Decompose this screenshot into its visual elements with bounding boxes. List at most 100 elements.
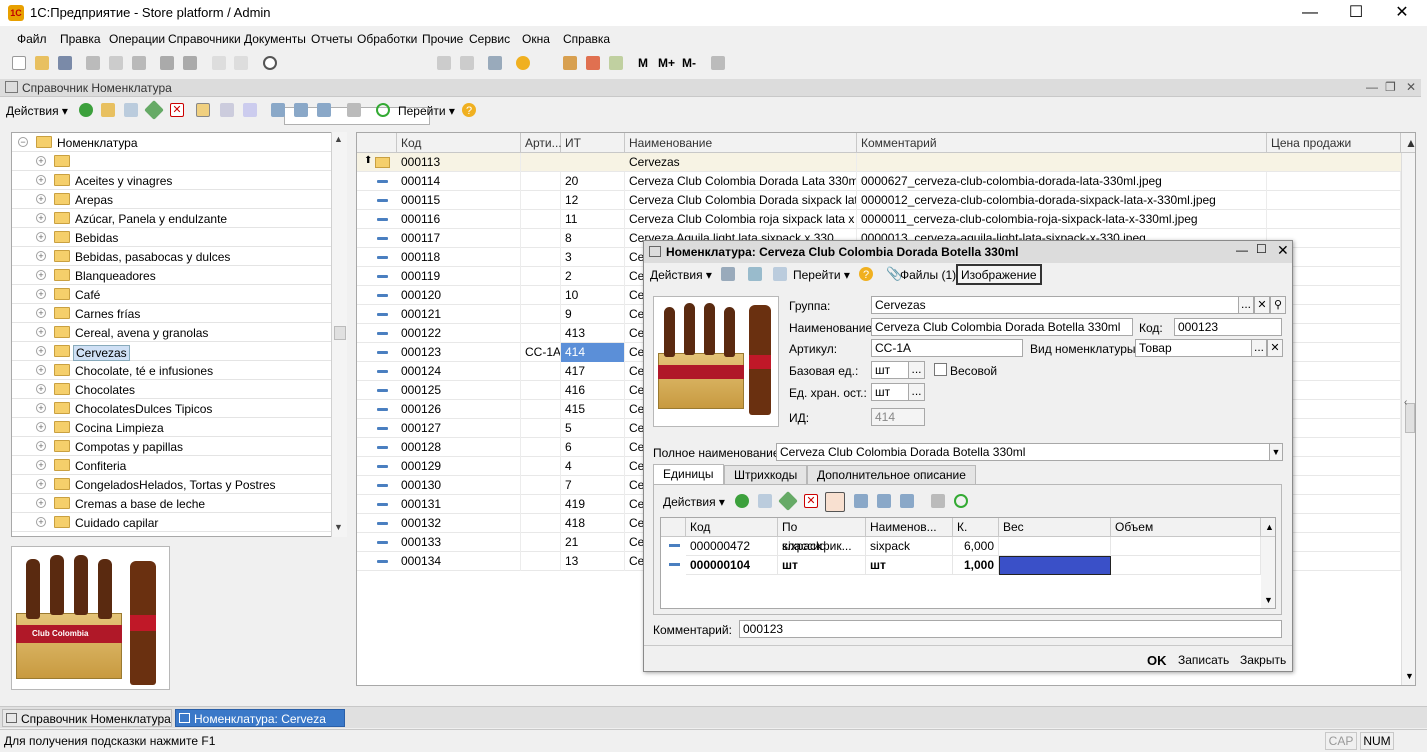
tree-item[interactable]: + Café [12, 285, 332, 304]
expand-icon[interactable]: + [36, 213, 46, 223]
group-select-button[interactable]: ... [1238, 296, 1254, 314]
save-button[interactable]: Записать [1178, 653, 1229, 667]
tree-item[interactable]: + Chocolates [12, 380, 332, 399]
expand-icon[interactable]: + [36, 270, 46, 280]
group-search-icon[interactable]: ⚲ [1270, 296, 1286, 314]
calendar-icon[interactable] [586, 56, 600, 70]
unit-cell-volume[interactable] [1111, 556, 1261, 575]
menu-help[interactable]: Справка [563, 32, 610, 46]
memory-plus-button[interactable]: M+ [658, 56, 675, 70]
tree-item[interactable]: + Cereal, avena y granolas [12, 323, 332, 342]
expand-icon[interactable]: + [36, 460, 46, 470]
maximize-button[interactable]: ☐ [1333, 0, 1379, 26]
menu-documents[interactable]: Документы [244, 32, 306, 46]
menu-operations[interactable]: Операции [109, 32, 165, 46]
menu-edit[interactable]: Правка [60, 32, 101, 46]
filter-value-icon[interactable] [294, 103, 308, 117]
units-refresh-icon[interactable] [954, 494, 968, 508]
copy-icon[interactable] [109, 56, 123, 70]
group-clear-icon[interactable]: ✕ [1254, 296, 1270, 314]
help-icon[interactable]: ? [462, 103, 476, 117]
units-add-icon[interactable] [735, 494, 749, 508]
units-scroll-up[interactable]: ▲ [1261, 518, 1275, 537]
base-unit-select-button[interactable]: ... [908, 361, 925, 379]
kind-clear-icon[interactable]: ✕ [1267, 339, 1283, 357]
paste-icon[interactable] [132, 56, 146, 70]
expand-icon[interactable]: + [36, 327, 46, 337]
scroll-thumb[interactable] [334, 326, 346, 340]
tab-additional[interactable]: Дополнительное описание [807, 465, 976, 484]
dialog-maximize-button[interactable]: ☐ [1256, 242, 1267, 256]
print-preview-icon[interactable] [183, 56, 197, 70]
close-button[interactable]: ✕ [1379, 0, 1425, 26]
tree-item[interactable]: + Cervezas [12, 342, 332, 361]
expand-icon[interactable]: + [36, 156, 46, 166]
menu-service[interactable]: Сервис [469, 32, 510, 46]
expand-icon[interactable]: + [36, 479, 46, 489]
dialog-help-icon[interactable]: ? [859, 267, 873, 281]
kind-field[interactable]: Товар [1135, 339, 1252, 357]
unit-cell-code[interactable]: 000000104 [686, 556, 778, 575]
tree-item[interactable]: + [12, 152, 332, 171]
unit-cell-weight[interactable] [999, 537, 1111, 556]
dialog-close-button[interactable]: ✕ [1277, 242, 1289, 259]
redo-icon[interactable] [234, 56, 248, 70]
unit-cell-classifier[interactable]: sixpack [778, 537, 866, 556]
tree-item[interactable]: + Bebidas [12, 228, 332, 247]
copy-item-icon[interactable] [124, 103, 138, 117]
cut-icon[interactable] [86, 56, 100, 70]
expand-icon[interactable]: + [36, 175, 46, 185]
tree-scrollbar[interactable]: ▲ ▼ [331, 132, 347, 537]
dialog-actions-button[interactable]: Действия ▾ [650, 268, 712, 282]
memory-m-button[interactable]: M [638, 56, 648, 70]
expand-icon[interactable]: + [36, 384, 46, 394]
scroll-up-icon[interactable]: ▲ [334, 134, 343, 144]
full-name-field[interactable]: Cerveza Club Colombia Dorada Botella 330… [776, 443, 1270, 461]
tree-item[interactable]: + Azúcar, Panela y endulzante [12, 209, 332, 228]
kind-select-button[interactable]: ... [1251, 339, 1267, 357]
tree-item[interactable]: + Confiteria [12, 456, 332, 475]
units-header-classifier[interactable]: По классифик... [778, 518, 866, 553]
dialog-goto-button[interactable]: Перейти ▾ [793, 268, 850, 282]
units-filter-value-icon[interactable] [877, 494, 891, 508]
image-button[interactable]: Изображение [956, 264, 1042, 285]
find-prev-icon[interactable] [460, 56, 474, 70]
expand-icon[interactable]: + [36, 289, 46, 299]
storage-unit-field[interactable]: шт [871, 383, 909, 401]
grid-header-article[interactable]: Арти... [521, 133, 562, 153]
filter-list-icon[interactable] [317, 103, 331, 117]
scroll-down-icon[interactable]: ▼ [334, 522, 343, 532]
units-scroll-down[interactable]: ▼ [1264, 595, 1273, 605]
grid-row[interactable]: 000114 20 Cerveza Club Colombia Dorada Lat… [357, 172, 1401, 191]
tree-item[interactable]: + Cuidado capilar [12, 513, 332, 532]
grid-header-comment[interactable]: Комментарий [857, 133, 1267, 153]
tools-icon[interactable] [711, 56, 725, 70]
expand-icon[interactable]: + [36, 403, 46, 413]
code-field[interactable]: 000123 [1174, 318, 1282, 336]
storage-unit-select-button[interactable]: ... [908, 383, 925, 401]
grid-parent-row[interactable]: ⬆ 000113 Cervezas [357, 153, 1401, 172]
tab-barcodes[interactable]: Штрихкоды [724, 465, 808, 484]
move-icon[interactable] [220, 103, 234, 117]
menu-other[interactable]: Прочие [422, 32, 463, 46]
units-clear-filter-icon[interactable] [931, 494, 945, 508]
grid-header-code[interactable]: Код [397, 133, 521, 153]
units-copy-icon[interactable] [758, 494, 772, 508]
close-dialog-button[interactable]: Закрыть [1240, 653, 1286, 667]
tree-item[interactable]: + Aceites y vinagres [12, 171, 332, 190]
find-next-icon[interactable] [437, 56, 451, 70]
expand-icon[interactable]: + [36, 498, 46, 508]
tree-item[interactable]: + Carnes frías [12, 304, 332, 323]
tree-item[interactable]: + Bebidas, pasabocas y dulces [12, 247, 332, 266]
print-icon[interactable] [160, 56, 174, 70]
tree-item[interactable]: + Cremas a base de leche [12, 494, 332, 513]
unit-cell-k[interactable]: 6,000 [953, 537, 999, 556]
refresh-icon[interactable] [376, 103, 390, 117]
task-item-dialog[interactable]: Номенклатура: Cerveza Club... [175, 709, 345, 744]
new-document-icon[interactable] [12, 56, 26, 70]
grid-row[interactable]: 000115 12 Cerveza Club Colombia Dorada six… [357, 191, 1401, 210]
grid-scrollbar[interactable]: ▼ [1401, 153, 1415, 685]
calc2-icon[interactable] [609, 56, 623, 70]
grid-header-name[interactable]: Наименование [625, 133, 857, 153]
undo-icon[interactable] [212, 56, 226, 70]
